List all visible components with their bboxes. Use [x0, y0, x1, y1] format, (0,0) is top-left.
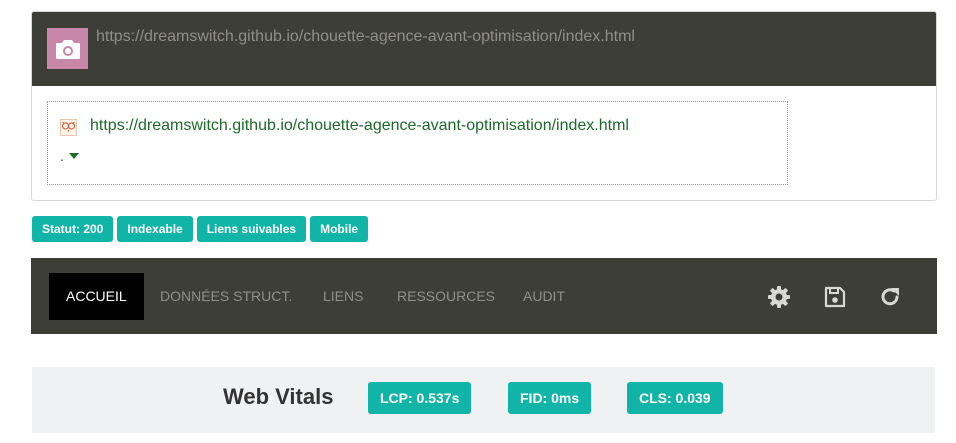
header-url: https://dreamswitch.github.io/chouette-a…	[96, 28, 635, 45]
dropdown-dot: .	[60, 148, 64, 164]
main-nav: ACCUEIL DONNÉES STRUCT. LIENS RESSOURCES…	[31, 258, 937, 334]
owl-favicon-icon	[60, 119, 77, 136]
status-badges: Statut: 200 Indexable Liens suivables Mo…	[32, 216, 369, 242]
indexable-badge: Indexable	[117, 216, 193, 242]
fid-badge: FID: 0ms	[508, 382, 592, 414]
tab-liens[interactable]: LIENS	[306, 273, 380, 320]
save-icon[interactable]	[822, 284, 848, 310]
chevron-down-icon[interactable]	[69, 153, 79, 159]
tab-ressources[interactable]: RESSOURCES	[380, 273, 512, 320]
camera-icon[interactable]	[47, 28, 88, 69]
follow-links-badge: Liens suivables	[196, 216, 307, 242]
tab-accueil[interactable]: ACCUEIL	[49, 273, 144, 320]
lcp-badge: LCP: 0.537s	[368, 382, 472, 414]
web-vitals-title: Web Vitals	[223, 384, 334, 409]
gear-icon[interactable]	[766, 284, 792, 310]
card-header: https://dreamswitch.github.io/chouette-a…	[32, 12, 936, 86]
cls-badge: CLS: 0.039	[627, 382, 723, 414]
status-badge: Statut: 200	[32, 216, 114, 242]
refresh-icon[interactable]	[877, 284, 903, 310]
page-url-link[interactable]: https://dreamswitch.github.io/chouette-a…	[90, 117, 629, 135]
page-info-card: https://dreamswitch.github.io/chouette-a…	[31, 11, 937, 201]
mobile-badge: Mobile	[310, 216, 369, 242]
web-vitals-panel: Web Vitals LCP: 0.537s FID: 0ms CLS: 0.0…	[32, 367, 935, 433]
url-box: https://dreamswitch.github.io/chouette-a…	[47, 101, 788, 185]
tab-donnees-struct[interactable]: DONNÉES STRUCT.	[143, 273, 309, 320]
tab-audit[interactable]: AUDIT	[506, 273, 582, 320]
